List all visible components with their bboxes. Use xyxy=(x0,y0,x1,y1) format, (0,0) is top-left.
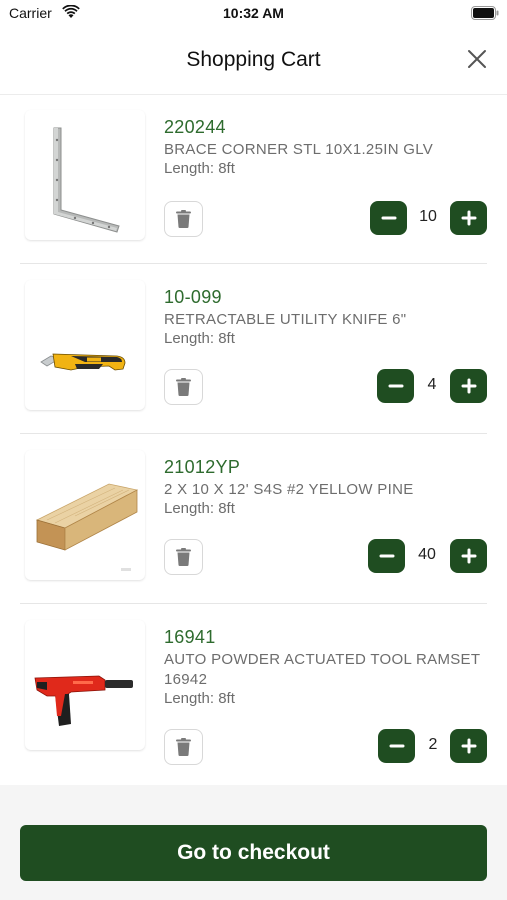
close-icon[interactable] xyxy=(467,49,487,69)
decrease-quantity-button[interactable] xyxy=(368,539,405,573)
decrease-quantity-button[interactable] xyxy=(377,369,414,403)
item-length: Length: 8ft xyxy=(164,330,235,347)
minus-icon xyxy=(389,744,405,748)
page-title: Shopping Cart xyxy=(186,48,321,71)
increase-quantity-button[interactable] xyxy=(450,539,487,573)
item-sku: 16941 xyxy=(164,627,216,647)
item-description: BRACE CORNER STL 10X1.25IN GLV xyxy=(164,141,434,158)
quantity-value: 2 xyxy=(428,736,438,753)
decrease-quantity-button[interactable] xyxy=(370,201,407,235)
minus-icon xyxy=(379,554,395,558)
checkout-button[interactable]: Go to checkout xyxy=(20,825,487,881)
trash-icon xyxy=(176,548,191,566)
product-image-lumber-board xyxy=(25,450,145,580)
item-description: 2 X 10 X 12' S4S #2 YELLOW PINE xyxy=(164,481,414,498)
delete-button[interactable] xyxy=(164,539,203,575)
divider xyxy=(20,433,487,434)
delete-button[interactable] xyxy=(164,729,203,765)
cart-item: 220244 BRACE CORNER STL 10X1.25IN GLV Le… xyxy=(0,95,507,264)
minus-icon xyxy=(388,384,404,388)
delete-button[interactable] xyxy=(164,369,203,405)
item-sku: 21012YP xyxy=(164,457,241,477)
product-image-utility-knife xyxy=(25,280,145,410)
clock-time: 10:32 AM xyxy=(223,5,284,21)
divider xyxy=(20,603,487,604)
item-sku: 220244 xyxy=(164,117,226,137)
item-length: Length: 8ft xyxy=(164,160,235,177)
plus-icon xyxy=(461,210,477,226)
item-length: Length: 8ft xyxy=(164,690,235,707)
item-length: Length: 8ft xyxy=(164,500,235,517)
trash-icon xyxy=(176,738,191,756)
minus-icon xyxy=(381,216,397,220)
checkout-footer: Go to checkout xyxy=(0,785,507,900)
item-sku: 10-099 xyxy=(164,287,222,307)
nav-bar: Shopping Cart xyxy=(0,30,507,95)
trash-icon xyxy=(176,378,191,396)
cart-item: 10-099 RETRACTABLE UTILITY KNIFE 6" Leng… xyxy=(0,265,507,434)
item-description: RETRACTABLE UTILITY KNIFE 6" xyxy=(164,311,407,328)
plus-icon xyxy=(461,548,477,564)
plus-icon xyxy=(461,378,477,394)
quantity-value: 4 xyxy=(427,376,437,393)
cart-item: 21012YP 2 X 10 X 12' S4S #2 YELLOW PINE … xyxy=(0,435,507,604)
delete-button[interactable] xyxy=(164,201,203,237)
trash-icon xyxy=(176,210,191,228)
increase-quantity-button[interactable] xyxy=(450,369,487,403)
divider xyxy=(20,263,487,264)
product-image-powder-actuated-tool xyxy=(25,620,145,750)
battery-icon xyxy=(471,6,499,20)
quantity-value: 40 xyxy=(418,546,436,563)
product-image-corner-brace xyxy=(25,110,145,240)
increase-quantity-button[interactable] xyxy=(450,201,487,235)
plus-icon xyxy=(461,738,477,754)
status-bar: Carrier 10:32 AM xyxy=(0,0,507,30)
increase-quantity-button[interactable] xyxy=(450,729,487,763)
quantity-value: 10 xyxy=(419,208,437,225)
cart-item: 16941 AUTO POWDER ACTUATED TOOL RAMSET 1… xyxy=(0,605,507,785)
item-description: AUTO POWDER ACTUATED TOOL RAMSET 16942 xyxy=(164,651,481,688)
decrease-quantity-button[interactable] xyxy=(378,729,415,763)
